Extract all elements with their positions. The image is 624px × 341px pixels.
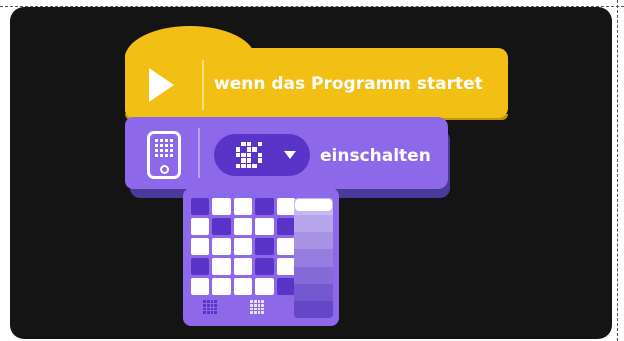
pixel-cell[interactable] [191,238,210,255]
play-icon [149,68,174,102]
pixel-cell[interactable] [255,238,274,255]
pixel-cell[interactable] [276,238,295,255]
pixel-cell[interactable] [191,258,210,275]
pixel-cell[interactable] [191,198,210,215]
brightness-thumb[interactable] [295,199,332,211]
brightness-track [294,198,333,318]
pixel-cell[interactable] [276,258,295,275]
pixel-cell[interactable] [276,278,295,295]
chevron-down-icon [284,151,296,159]
hat-block-label: wenn das Programm startet [214,74,483,94]
pixel-grid [191,198,295,295]
pixel-cell[interactable] [276,198,295,215]
pixel-cell[interactable] [233,218,253,235]
hub-icon [147,131,181,179]
pixel-editor-popup [183,188,339,326]
pixel-cell[interactable] [191,218,210,235]
pixel-cell[interactable] [233,258,253,275]
pixel-cell[interactable] [212,278,231,295]
pixel-cell[interactable] [191,278,210,295]
pixel-cell[interactable] [255,278,274,295]
pixel-cell[interactable] [212,218,231,235]
full-preset-icon[interactable] [250,300,264,314]
pixel-cell[interactable] [255,258,274,275]
light-block-label: einschalten [320,146,431,166]
dim-preset-icon[interactable] [203,300,217,314]
hub-button-icon [160,165,169,174]
hat-block-divider [202,60,204,110]
light-block-divider [198,128,200,178]
pixel-cell[interactable] [255,198,274,215]
pixel-cell[interactable] [212,258,231,275]
pixel-cell[interactable] [233,278,253,295]
matrix-preview-icon [236,142,262,168]
pixel-cell[interactable] [276,218,295,235]
pixel-cell[interactable] [233,198,253,215]
matrix-pattern-dropdown[interactable] [214,134,310,176]
pixel-cell[interactable] [233,238,253,255]
pixel-cell[interactable] [255,218,274,235]
pixel-cell[interactable] [212,238,231,255]
frame-border-right [617,0,618,341]
brightness-slider[interactable] [294,198,333,318]
hub-light-grid [155,139,173,157]
pixel-cell[interactable] [212,198,231,215]
